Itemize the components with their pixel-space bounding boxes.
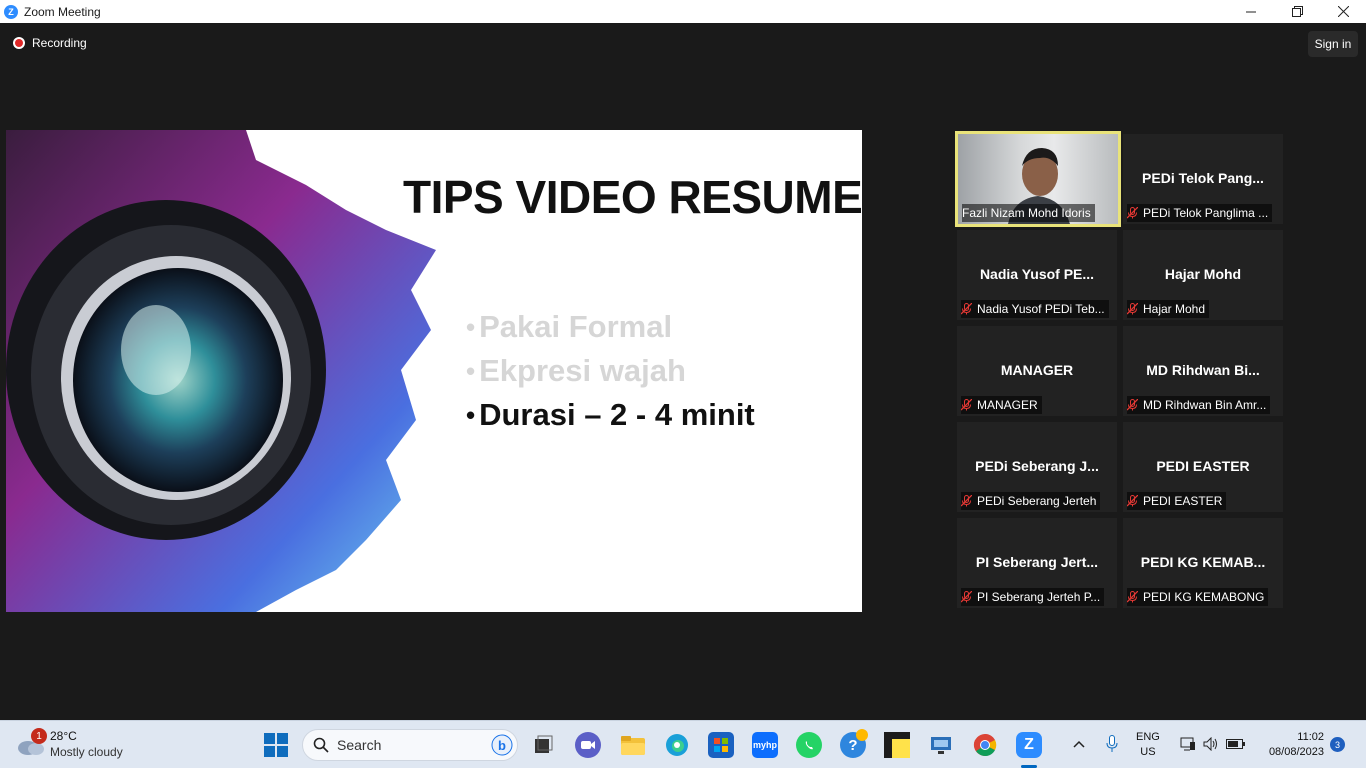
recording-label: Recording [32, 36, 87, 50]
participant-name-label: Fazli Nizam Mohd Idoris [962, 204, 1095, 222]
weather-temperature: 28°C [50, 729, 77, 743]
notification-badge[interactable]: 3 [1330, 737, 1345, 752]
muted-mic-icon [1127, 495, 1138, 507]
system-clock[interactable]: 11:02 08/08/2023 [1254, 730, 1324, 760]
participant-name-label: MD Rihdwan Bin Amr... [1127, 396, 1271, 414]
slide-bullet: • Ekpresi wajah [466, 353, 686, 388]
muted-mic-icon [1127, 207, 1138, 219]
participant-name-label: PEDI KG KEMABONG [1127, 588, 1269, 606]
participant-name-label: PEDI EASTER [1127, 492, 1227, 510]
muted-mic-icon [961, 399, 972, 411]
muted-mic-icon [1127, 303, 1138, 315]
bing-icon: b [491, 734, 513, 756]
battery-icon[interactable] [1226, 738, 1246, 750]
edge-icon[interactable] [664, 732, 690, 758]
teams-chat-icon[interactable] [575, 732, 601, 758]
participant-display-name: PI Seberang Jert... [975, 554, 1099, 570]
muted-mic-icon [961, 303, 972, 315]
whatsapp-icon[interactable] [796, 732, 822, 758]
participant-tile[interactable]: PEDI KG KEMAB... PEDI KG KEMABONG [1123, 518, 1283, 608]
search-icon [313, 737, 329, 753]
file-explorer-icon[interactable] [620, 732, 646, 758]
participant-tile[interactable]: Fazli Nizam Mohd Idoris [955, 131, 1121, 227]
recording-indicator[interactable]: Recording [13, 36, 87, 50]
clock-time: 11:02 [1297, 731, 1324, 743]
close-icon [1337, 6, 1349, 17]
chevron-up-icon[interactable] [1073, 739, 1085, 749]
participant-display-name: MD Rihdwan Bi... [1146, 362, 1260, 378]
weather-widget[interactable]: 1 28°C Mostly cloudy [16, 728, 156, 762]
participant-name-label: MANAGER [961, 396, 1042, 414]
network-icon[interactable] [1180, 737, 1196, 751]
record-icon [13, 37, 25, 49]
sticky-notes-icon[interactable] [884, 732, 910, 758]
windows-taskbar: 1 28°C Mostly cloudy Search b myhp ? Z E… [0, 720, 1366, 768]
search-label: Search [337, 737, 382, 753]
participant-name-label: PI Seberang Jerteh P... [961, 588, 1105, 606]
svg-text:b: b [498, 738, 506, 753]
participant-tile[interactable]: Nadia Yusof PE... Nadia Yusof PEDi Teb..… [957, 230, 1117, 320]
slide-bullet: • Durasi – 2 - 4 minit [466, 397, 755, 432]
keyboard-region: US [1140, 746, 1156, 758]
weather-condition: Mostly cloudy [50, 745, 123, 759]
participant-tile[interactable]: PEDi Seberang J... PEDi Seberang Jerteh [957, 422, 1117, 512]
participant-display-name: PEDi Seberang J... [975, 458, 1099, 474]
participant-name-label: PEDi Telok Panglima ... [1127, 204, 1273, 222]
shared-screen: TIPS VIDEO RESUME • Pakai Formal • Ekpresi… [6, 130, 862, 612]
slide-bullets: • Pakai Formal • Ekpresi wajah • Durasi – 2… [466, 305, 755, 437]
title-bar: Z Zoom Meeting [0, 0, 1366, 23]
muted-mic-icon [961, 495, 972, 507]
participant-tile[interactable]: Hajar Mohd Hajar Mohd [1123, 230, 1283, 320]
participant-tile[interactable]: MD Rihdwan Bi... MD Rihdwan Bin Amr... [1123, 326, 1283, 416]
microsoft-store-icon[interactable] [708, 732, 734, 758]
muted-mic-icon [1127, 591, 1138, 603]
myhp-icon[interactable]: myhp [752, 732, 778, 758]
minimize-button[interactable] [1228, 0, 1274, 23]
remote-desktop-icon[interactable] [928, 732, 954, 758]
chrome-icon[interactable] [972, 732, 998, 758]
zoom-app-icon: Z [4, 4, 18, 19]
microphone-icon[interactable] [1106, 735, 1118, 753]
muted-mic-icon [961, 591, 972, 603]
close-button[interactable] [1320, 0, 1366, 23]
clock-date: 08/08/2023 [1268, 746, 1324, 758]
window-title: Zoom Meeting [24, 4, 101, 19]
participant-tile[interactable]: MANAGER MANAGER [957, 326, 1117, 416]
participant-display-name: Hajar Mohd [1164, 266, 1242, 282]
task-view-icon[interactable] [530, 732, 556, 758]
maximize-button[interactable] [1274, 0, 1320, 23]
participant-display-name: PEDI EASTER [1156, 458, 1250, 474]
language-indicator[interactable]: ENG US [1136, 730, 1160, 760]
participant-name-label: Nadia Yusof PEDi Teb... [961, 300, 1109, 318]
participant-tile[interactable]: PEDi Telok Pang... PEDi Telok Panglima .… [1123, 134, 1283, 224]
minimize-icon [1246, 11, 1256, 12]
meeting-area: Recording Sign in TIPS VIDEO RESUME • Pa… [0, 23, 1366, 720]
participant-tile[interactable]: PEDI EASTER PEDI EASTER [1123, 422, 1283, 512]
participant-tile[interactable]: PI Seberang Jert... PI Seberang Jerteh P… [957, 518, 1117, 608]
participant-display-name: PEDi Telok Pang... [1142, 170, 1264, 186]
participant-name-label: Hajar Mohd [1127, 300, 1210, 318]
window-controls [1228, 0, 1366, 23]
weather-badge: 1 [31, 728, 47, 744]
taskbar-search[interactable]: Search b [302, 729, 518, 761]
language-code: ENG [1136, 731, 1160, 743]
participant-display-name: MANAGER [1000, 362, 1074, 378]
slide-title: TIPS VIDEO RESUME [403, 171, 862, 223]
restore-icon [1291, 6, 1303, 17]
participant-display-name: Nadia Yusof PE... [979, 266, 1095, 282]
slide-bullet: • Pakai Formal [466, 309, 673, 344]
zoom-taskbar-icon[interactable]: Z [1016, 732, 1042, 758]
help-notification-dot [856, 729, 868, 741]
sign-in-button[interactable]: Sign in [1308, 31, 1358, 57]
participant-name-label: PEDi Seberang Jerteh [961, 492, 1101, 510]
windows-start-icon[interactable] [264, 733, 288, 757]
participant-display-name: PEDI KG KEMAB... [1140, 554, 1266, 570]
volume-icon[interactable] [1203, 737, 1219, 751]
camera-lens-image [6, 130, 436, 612]
muted-mic-icon [1127, 399, 1138, 411]
